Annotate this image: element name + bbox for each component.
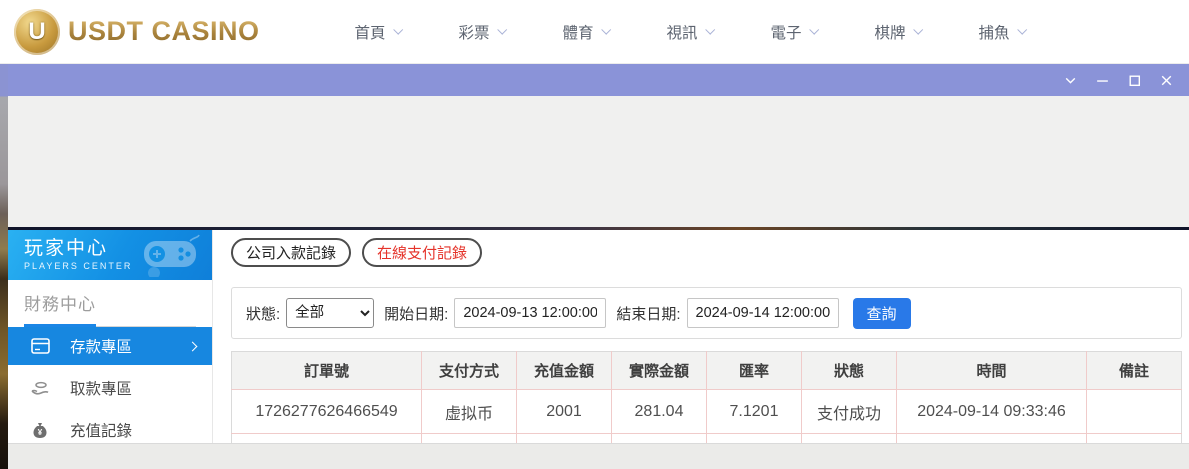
sidebar-title: 玩家中心 bbox=[24, 239, 132, 259]
filter-bar: 狀態: 全部 開始日期: 結束日期: 查詢 bbox=[231, 287, 1182, 339]
sidebar-item-label: 充值記錄 bbox=[70, 419, 132, 441]
page-background-sliver bbox=[0, 64, 8, 469]
nav-label: 彩票 bbox=[459, 21, 490, 43]
col-payment-method: 支付方式 bbox=[422, 352, 517, 390]
maximize-button[interactable] bbox=[1123, 69, 1145, 91]
end-date-label: 結束日期: bbox=[616, 303, 680, 324]
nav-label: 體育 bbox=[563, 21, 594, 43]
col-time: 時間 bbox=[897, 352, 1087, 390]
start-date-input[interactable] bbox=[454, 298, 606, 328]
col-status: 狀態 bbox=[802, 352, 897, 390]
collapse-button[interactable] bbox=[1059, 69, 1081, 91]
minimize-icon bbox=[1095, 73, 1110, 88]
chevron-down-icon bbox=[497, 24, 507, 34]
nav-label: 首頁 bbox=[355, 21, 386, 43]
nav-item-fishing[interactable]: 捕魚 bbox=[950, 21, 1054, 43]
nav-label: 視訊 bbox=[667, 21, 698, 43]
nav-item-live[interactable]: 視訊 bbox=[638, 21, 742, 43]
window-footer-bar bbox=[8, 443, 1189, 469]
main-panel: 公司入款記錄 在線支付記錄 狀態: 全部 開始日期: 結束日期: 查詢 bbox=[213, 230, 1189, 443]
window-titlebar bbox=[8, 64, 1189, 96]
sidebar-section-title: 財務中心 bbox=[24, 290, 196, 315]
window-controls bbox=[1059, 69, 1177, 91]
sidebar-item-deposit[interactable]: 存款專區 bbox=[8, 327, 212, 365]
window-blank-area bbox=[8, 96, 1189, 227]
end-date-input[interactable] bbox=[687, 298, 839, 328]
page: U USDT CASINO 首頁 彩票 體育 視訊 電子 bbox=[0, 0, 1189, 469]
chevron-right-icon bbox=[188, 341, 198, 351]
nav-item-slots[interactable]: 電子 bbox=[742, 21, 846, 43]
tab-online-payment-records[interactable]: 在線支付記錄 bbox=[362, 238, 482, 267]
col-remark: 備註 bbox=[1087, 352, 1182, 390]
gamepad-icon bbox=[138, 233, 202, 277]
withdraw-hand-icon bbox=[30, 379, 50, 397]
chevron-down-icon bbox=[1017, 24, 1027, 34]
brand-logo-icon: U bbox=[14, 9, 60, 55]
nav-item-lottery[interactable]: 彩票 bbox=[430, 21, 534, 43]
chevron-down-icon bbox=[1063, 73, 1078, 88]
nav-item-sports[interactable]: 體育 bbox=[534, 21, 638, 43]
sidebar-item-recharge-records[interactable]: ¥ 充值記錄 bbox=[8, 411, 212, 443]
sidebar-header: 玩家中心 PLAYERS CENTER bbox=[8, 230, 212, 280]
nav-label: 捕魚 bbox=[979, 21, 1010, 43]
col-recharge-amount: 充值金額 bbox=[517, 352, 612, 390]
chevron-down-icon bbox=[601, 24, 611, 34]
payment-records-table: 訂單號 支付方式 充值金額 實際金額 匯率 狀態 時間 備註 bbox=[231, 351, 1182, 443]
sidebar-item-withdraw[interactable]: 取款專區 bbox=[8, 369, 212, 407]
nav-label: 棋牌 bbox=[875, 21, 906, 43]
status-select[interactable]: 全部 bbox=[286, 298, 374, 328]
money-bag-icon: ¥ bbox=[30, 421, 50, 439]
svg-text:¥: ¥ bbox=[38, 428, 43, 437]
table-header-row: 訂單號 支付方式 充值金額 實際金額 匯率 狀態 時間 備註 bbox=[232, 352, 1182, 390]
logo-letter: U bbox=[28, 18, 45, 46]
nav-label: 電子 bbox=[771, 21, 802, 43]
start-date-label: 開始日期: bbox=[384, 303, 448, 324]
player-center-window: 玩家中心 PLAYERS CENTER bbox=[8, 64, 1189, 469]
tab-company-deposit-records[interactable]: 公司入款記錄 bbox=[231, 238, 351, 267]
nav-item-home[interactable]: 首頁 bbox=[326, 21, 430, 43]
record-tabs: 公司入款記錄 在線支付記錄 bbox=[231, 238, 1182, 267]
sidebar-item-label: 存款專區 bbox=[70, 335, 132, 357]
brand-logo[interactable]: U USDT CASINO bbox=[0, 9, 260, 55]
sidebar-header-text: 玩家中心 PLAYERS CENTER bbox=[24, 239, 132, 271]
brand-name: USDT CASINO bbox=[68, 16, 260, 47]
minimize-button[interactable] bbox=[1091, 69, 1113, 91]
col-exchange-rate: 匯率 bbox=[707, 352, 802, 390]
sidebar-subtitle: PLAYERS CENTER bbox=[24, 261, 132, 271]
chevron-down-icon bbox=[809, 24, 819, 34]
deposit-card-icon bbox=[30, 337, 50, 355]
close-button[interactable] bbox=[1155, 69, 1177, 91]
sidebar: 玩家中心 PLAYERS CENTER bbox=[8, 230, 213, 443]
cell-remark bbox=[1087, 390, 1182, 434]
col-order-number: 訂單號 bbox=[232, 352, 422, 390]
nav-item-chess[interactable]: 棋牌 bbox=[846, 21, 950, 43]
main-nav: 首頁 彩票 體育 視訊 電子 棋牌 bbox=[326, 21, 1054, 43]
top-navbar: U USDT CASINO 首頁 彩票 體育 視訊 電子 bbox=[0, 0, 1189, 64]
cell-actual-amount: 281.04 bbox=[612, 390, 707, 434]
cell-payment-method: 虚拟币 bbox=[422, 390, 517, 434]
table-row: 1726277626466549 虚拟币 2001 281.04 7.1201 … bbox=[232, 390, 1182, 434]
chevron-down-icon bbox=[913, 24, 923, 34]
window-content: 玩家中心 PLAYERS CENTER bbox=[8, 230, 1189, 443]
table-row-partial bbox=[232, 434, 1182, 444]
cell-recharge-amount: 2001 bbox=[517, 390, 612, 434]
sidebar-item-label: 取款專區 bbox=[70, 377, 132, 399]
search-button[interactable]: 查詢 bbox=[853, 298, 911, 329]
chevron-down-icon bbox=[705, 24, 715, 34]
cell-exchange-rate: 7.1201 bbox=[707, 390, 802, 434]
close-icon bbox=[1159, 73, 1174, 88]
cell-time: 2024-09-14 09:33:46 bbox=[897, 390, 1087, 434]
sidebar-section: 財務中心 bbox=[8, 280, 212, 327]
status-label: 狀態: bbox=[246, 303, 280, 324]
col-actual-amount: 實際金額 bbox=[612, 352, 707, 390]
chevron-down-icon bbox=[393, 24, 403, 34]
stage: 玩家中心 PLAYERS CENTER bbox=[0, 64, 1189, 469]
maximize-icon bbox=[1127, 73, 1142, 88]
cell-order-number: 1726277626466549 bbox=[232, 390, 422, 434]
cell-status: 支付成功 bbox=[802, 390, 897, 434]
